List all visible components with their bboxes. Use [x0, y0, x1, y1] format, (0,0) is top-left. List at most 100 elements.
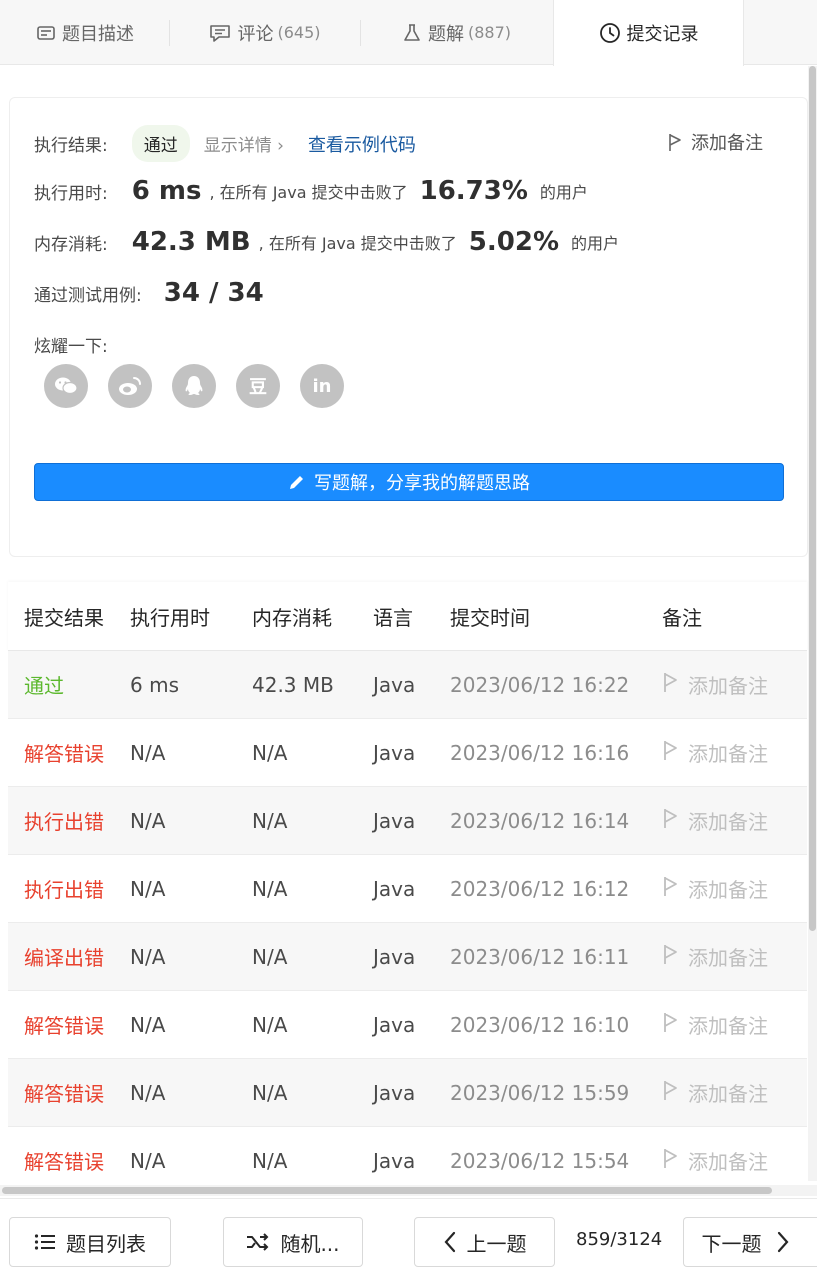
runtime-label: 执行用时: — [34, 183, 108, 204]
row-add-note-label: 添加备注 — [688, 674, 768, 698]
submissions-table: 提交结果 执行用时 内存消耗 语言 提交时间 备注 通过 6 ms 42.3 MB J… — [8, 582, 807, 1195]
runtime-row: 执行用时: 6 ms , 在所有 Java 提交中击败了 16.73% 的用户 — [34, 176, 588, 206]
memory-label: 内存消耗: — [34, 234, 108, 255]
description-icon — [37, 25, 55, 40]
runtime-value: 6 ms — [131, 176, 202, 206]
row-add-note-button[interactable]: 添加备注 — [662, 1078, 807, 1107]
row-add-note-button[interactable]: 添加备注 — [662, 738, 807, 767]
submission-status-link[interactable]: 编译出错 — [24, 946, 104, 970]
flag-icon — [662, 943, 688, 970]
submission-status-link[interactable]: 解答错误 — [24, 1082, 104, 1106]
column-header-memory: 内存消耗 — [252, 605, 332, 630]
submission-memory: 42.3 MB — [252, 672, 334, 697]
result-status-row: 执行结果: 通过 显示详情 › 查看示例代码 — [34, 125, 416, 162]
table-body: 通过 6 ms 42.3 MB Java 2023/06/12 16:22 添加备注 解答错… — [8, 651, 807, 1195]
add-note-label: 添加备注 — [691, 133, 763, 154]
next-problem-label: 下一题 — [701, 1231, 762, 1256]
flag-icon — [662, 1079, 688, 1106]
submission-language: Java — [373, 740, 416, 765]
share-row-label: 炫耀一下: — [34, 332, 108, 357]
tests-row: 通过测试用例: 34 / 34 — [34, 278, 264, 308]
add-note-button[interactable]: 添加备注 — [667, 129, 763, 155]
table-row: 执行出错 N/A N/A Java 2023/06/12 16:14 添加备注 — [8, 787, 807, 855]
column-header-language: 语言 — [373, 605, 413, 630]
chevron-left-icon — [444, 1231, 455, 1253]
row-add-note-button[interactable]: 添加备注 — [662, 874, 807, 903]
row-add-note-button[interactable]: 添加备注 — [662, 1010, 807, 1039]
weibo-icon[interactable] — [108, 364, 152, 408]
row-add-note-button[interactable]: 添加备注 — [662, 806, 807, 835]
table-row: 执行出错 N/A N/A Java 2023/06/12 16:12 添加备注 — [8, 855, 807, 923]
horizontal-scrollbar[interactable] — [0, 1185, 817, 1196]
submission-memory: N/A — [252, 1080, 288, 1105]
wechat-icon[interactable] — [44, 364, 88, 408]
horizontal-scrollbar-thumb[interactable] — [2, 1187, 772, 1194]
vertical-scrollbar[interactable] — [808, 66, 817, 1181]
row-add-note-label: 添加备注 — [688, 878, 768, 902]
row-add-note-label: 添加备注 — [688, 1150, 768, 1174]
submission-status-link[interactable]: 执行出错 — [24, 810, 104, 834]
douban-icon-glyph: 豆 — [249, 377, 267, 398]
show-details-link[interactable]: 显示详情 › — [204, 131, 284, 156]
row-add-note-label: 添加备注 — [688, 810, 768, 834]
problem-list-button[interactable]: 题目列表 — [9, 1217, 171, 1267]
submission-time: 2023/06/12 16:14 — [450, 808, 630, 833]
submission-memory: N/A — [252, 876, 288, 901]
submission-status-link[interactable]: 解答错误 — [24, 1150, 104, 1174]
status-label: 执行结果: — [34, 136, 108, 156]
row-add-note-button[interactable]: 添加备注 — [662, 942, 807, 971]
tests-value: 34 / 34 — [163, 278, 264, 308]
flag-icon — [662, 807, 688, 834]
write-solution-label: 写题解，分享我的解题思路 — [314, 473, 530, 494]
tab-comments-count: (645) — [277, 23, 321, 42]
row-add-note-button[interactable]: 添加备注 — [662, 1146, 807, 1175]
tab-description[interactable]: 题目描述 — [0, 0, 170, 65]
submission-memory: N/A — [252, 808, 288, 833]
runtime-text: , 在所有 Java 提交中击败了 — [209, 183, 408, 202]
column-header-status: 提交结果 — [24, 605, 104, 630]
column-header-time: 提交时间 — [450, 605, 530, 630]
clock-icon — [599, 23, 620, 43]
runtime-suffix: 的用户 — [539, 183, 588, 202]
flag-icon — [662, 739, 688, 766]
tab-solutions-label: 题解 — [427, 23, 464, 45]
row-add-note-label: 添加备注 — [688, 1014, 768, 1038]
submission-status-link[interactable]: 解答错误 — [24, 742, 104, 766]
flag-icon — [669, 134, 681, 151]
shuffle-icon — [247, 1233, 269, 1251]
submission-runtime: N/A — [130, 1148, 166, 1173]
submission-runtime: N/A — [130, 944, 166, 969]
tab-comments[interactable]: 评论 (645) — [170, 0, 360, 65]
tab-submissions[interactable]: 提交记录 — [553, 0, 744, 66]
flag-icon — [662, 875, 688, 902]
result-card: 执行结果: 通过 显示详情 › 查看示例代码 添加备注 执行用时: 6 ms ,… — [9, 97, 808, 557]
qq-icon[interactable] — [172, 364, 216, 408]
table-header: 提交结果 执行用时 内存消耗 语言 提交时间 备注 — [8, 582, 807, 651]
flag-icon — [662, 671, 688, 698]
submission-status-link[interactable]: 通过 — [24, 674, 64, 698]
row-add-note-label: 添加备注 — [688, 1082, 768, 1106]
next-problem-button[interactable]: 下一题 — [683, 1217, 817, 1267]
view-example-code-link[interactable]: 查看示例代码 — [308, 131, 416, 157]
memory-percent: 5.02% — [468, 227, 559, 257]
footer-bar: 题目列表 随机... 上一题 859/3124 下一题 — [0, 1198, 817, 1277]
douban-icon[interactable]: 豆 — [236, 364, 280, 408]
submission-time: 2023/06/12 15:59 — [450, 1080, 630, 1105]
row-add-note-button[interactable]: 添加备注 — [662, 670, 807, 699]
random-button[interactable]: 随机... — [223, 1217, 363, 1267]
submission-status-link[interactable]: 解答错误 — [24, 1014, 104, 1038]
write-solution-button[interactable]: 写题解，分享我的解题思路 — [34, 463, 784, 501]
row-add-note-label: 添加备注 — [688, 742, 768, 766]
submission-status-link[interactable]: 执行出错 — [24, 878, 104, 902]
submission-memory: N/A — [252, 1012, 288, 1037]
previous-problem-button[interactable]: 上一题 — [414, 1217, 555, 1267]
column-header-runtime: 执行用时 — [130, 605, 210, 630]
submission-runtime: 6 ms — [130, 672, 179, 697]
submission-runtime: N/A — [130, 808, 166, 833]
problem-pager: 859/3124 — [576, 1229, 663, 1250]
tab-solutions[interactable]: 题解 (887) — [360, 0, 553, 65]
submission-time: 2023/06/12 16:12 — [450, 876, 630, 901]
linkedin-icon[interactable]: in — [300, 364, 344, 408]
vertical-scrollbar-thumb[interactable] — [809, 66, 816, 931]
comment-icon — [210, 24, 231, 42]
